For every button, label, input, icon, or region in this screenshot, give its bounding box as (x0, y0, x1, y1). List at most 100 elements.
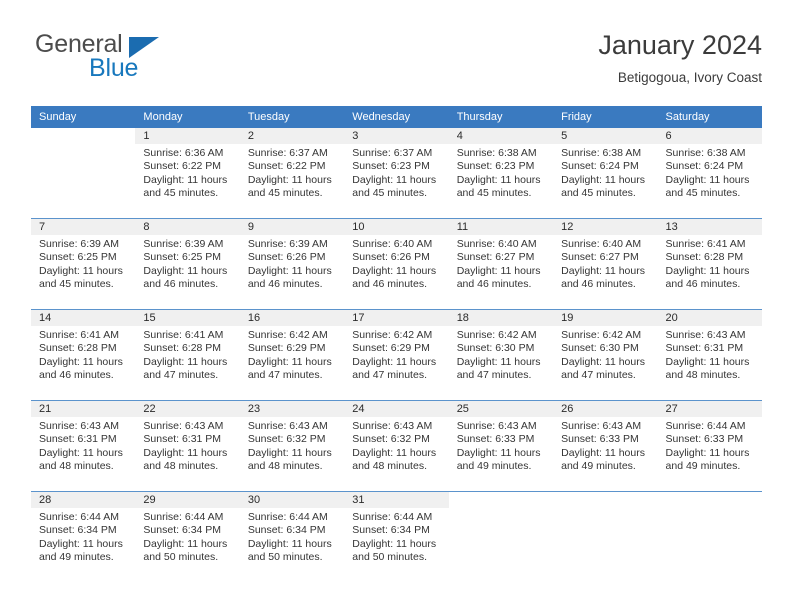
daylight-text-cont: and 48 minutes. (247, 459, 323, 472)
calendar-day-cell[interactable]: 18 Sunrise: 6:42 AM Sunset: 6:30 PM Dayligh… (448, 309, 554, 401)
day-cell-inner: 4 Sunrise: 6:38 AM Sunset: 6:23 PM Daylight… (448, 128, 554, 218)
day-number: 15 (135, 310, 240, 326)
daylight-text: Daylight: 11 hours (247, 264, 332, 277)
calendar-day-cell[interactable]: 25 Sunrise: 6:43 AM Sunset: 6:33 PM Dayligh… (448, 400, 554, 492)
sunset-text: Sunset: 6:31 PM (143, 433, 222, 446)
day-cell-inner (553, 492, 657, 582)
sunrise-text: Sunrise: 6:38 AM (561, 147, 642, 159)
calendar-body: 1 Sunrise: 6:36 AM Sunset: 6:22 PM Daylight… (31, 128, 762, 582)
day-number (658, 492, 762, 508)
day-number: 20 (657, 310, 762, 326)
daylight-text: Daylight: 11 hours (39, 446, 123, 459)
calendar-day-cell[interactable]: 13 Sunrise: 6:41 AM Sunset: 6:28 PM Dayligh… (657, 218, 762, 310)
day-details: Sunrise: 6:44 AM Sunset: 6:34 PM Daylight:… (240, 508, 344, 564)
calendar-week-row: 21 Sunrise: 6:43 AM Sunset: 6:31 PM Dayligh… (31, 400, 762, 492)
sunrise-text: Sunrise: 6:44 AM (352, 511, 433, 523)
calendar-day-cell[interactable]: 17 Sunrise: 6:42 AM Sunset: 6:29 PM Dayligh… (344, 309, 449, 401)
calendar-day-cell[interactable]: 30 Sunrise: 6:44 AM Sunset: 6:34 PM Dayligh… (239, 491, 345, 582)
day-number: 19 (553, 310, 658, 326)
calendar-day-cell[interactable]: 31 Sunrise: 6:44 AM Sunset: 6:34 PM Dayligh… (344, 491, 449, 582)
day-cell-inner: 25 Sunrise: 6:43 AM Sunset: 6:33 PM Dayligh… (448, 401, 554, 491)
day-cell-inner: 5 Sunrise: 6:38 AM Sunset: 6:24 PM Daylight… (553, 128, 658, 218)
calendar-day-cell[interactable]: 10 Sunrise: 6:40 AM Sunset: 6:26 PM Dayligh… (344, 218, 449, 310)
day-cell-inner: 31 Sunrise: 6:44 AM Sunset: 6:34 PM Dayligh… (344, 492, 449, 582)
day-details: Sunrise: 6:43 AM Sunset: 6:33 PM Daylight:… (449, 417, 553, 473)
calendar-day-cell[interactable]: 22 Sunrise: 6:43 AM Sunset: 6:31 PM Dayligh… (135, 400, 240, 492)
sunrise-text: Sunrise: 6:43 AM (665, 329, 746, 341)
sunset-text: Sunset: 6:29 PM (247, 342, 326, 355)
calendar-day-cell[interactable]: 2 Sunrise: 6:37 AM Sunset: 6:22 PM Daylight… (239, 128, 345, 219)
calendar-day-cell[interactable]: 11 Sunrise: 6:40 AM Sunset: 6:27 PM Dayligh… (448, 218, 554, 310)
calendar-day-cell[interactable]: 14 Sunrise: 6:41 AM Sunset: 6:28 PM Dayligh… (31, 309, 136, 401)
calendar-day-cell[interactable]: 7 Sunrise: 6:39 AM Sunset: 6:25 PM Daylight… (31, 218, 136, 310)
sunset-text: Sunset: 6:28 PM (665, 251, 744, 264)
calendar-day-cell[interactable]: 16 Sunrise: 6:42 AM Sunset: 6:29 PM Dayligh… (239, 309, 345, 401)
calendar-day-cell[interactable]: 24 Sunrise: 6:43 AM Sunset: 6:32 PM Dayligh… (344, 400, 449, 492)
calendar-day-cell[interactable]: 5 Sunrise: 6:38 AM Sunset: 6:24 PM Daylight… (553, 128, 658, 219)
day-number: 6 (657, 128, 762, 144)
calendar-day-cell[interactable]: 4 Sunrise: 6:38 AM Sunset: 6:23 PM Daylight… (448, 128, 554, 219)
calendar-day-cell[interactable]: 6 Sunrise: 6:38 AM Sunset: 6:24 PM Daylight… (657, 128, 762, 219)
calendar-day-cell[interactable]: 3 Sunrise: 6:37 AM Sunset: 6:23 PM Daylight… (344, 128, 449, 219)
sunset-text: Sunset: 6:23 PM (352, 160, 430, 173)
day-details (449, 508, 553, 511)
day-details: Sunrise: 6:38 AM Sunset: 6:23 PM Daylight:… (449, 144, 553, 200)
sunset-text: Sunset: 6:32 PM (352, 433, 430, 446)
sunset-text: Sunset: 6:24 PM (665, 160, 744, 173)
calendar-day-cell-empty (448, 491, 554, 582)
day-number (553, 492, 657, 508)
day-cell-inner: 12 Sunrise: 6:40 AM Sunset: 6:27 PM Dayligh… (553, 219, 658, 309)
sunrise-text: Sunrise: 6:40 AM (352, 238, 433, 250)
general-blue-logo[interactable]: General Blue (31, 28, 251, 90)
day-number: 30 (239, 492, 345, 508)
daylight-text: Daylight: 11 hours (665, 446, 750, 459)
calendar-week-row: 28 Sunrise: 6:44 AM Sunset: 6:34 PM Dayligh… (31, 491, 762, 582)
sunrise-text: Sunrise: 6:39 AM (143, 238, 224, 250)
calendar-day-cell[interactable]: 26 Sunrise: 6:43 AM Sunset: 6:33 PM Dayligh… (553, 400, 658, 492)
daylight-text-cont: and 49 minutes. (39, 550, 114, 563)
day-details (658, 508, 762, 511)
daylight-text: Daylight: 11 hours (665, 355, 750, 368)
day-number: 8 (135, 219, 240, 235)
calendar-day-cell[interactable]: 19 Sunrise: 6:42 AM Sunset: 6:30 PM Dayligh… (553, 309, 658, 401)
day-details: Sunrise: 6:44 AM Sunset: 6:34 PM Daylight:… (344, 508, 448, 564)
calendar-day-cell[interactable]: 1 Sunrise: 6:36 AM Sunset: 6:22 PM Daylight… (135, 128, 240, 219)
daylight-text: Daylight: 11 hours (352, 446, 437, 459)
day-cell-inner (658, 492, 762, 582)
masthead: General Blue January 2024 Betigogoua, Iv… (31, 28, 762, 94)
daylight-text: Daylight: 11 hours (39, 355, 123, 368)
daylight-text-cont: and 47 minutes. (247, 368, 323, 381)
day-details: Sunrise: 6:43 AM Sunset: 6:31 PM Daylight:… (658, 326, 762, 382)
calendar-day-cell[interactable]: 23 Sunrise: 6:43 AM Sunset: 6:32 PM Dayligh… (239, 400, 345, 492)
calendar-day-cell[interactable]: 12 Sunrise: 6:40 AM Sunset: 6:27 PM Dayligh… (553, 218, 658, 310)
calendar-day-cell[interactable]: 21 Sunrise: 6:43 AM Sunset: 6:31 PM Dayligh… (31, 400, 136, 492)
day-cell-inner: 26 Sunrise: 6:43 AM Sunset: 6:33 PM Dayligh… (553, 401, 658, 491)
day-cell-inner: 3 Sunrise: 6:37 AM Sunset: 6:23 PM Daylight… (344, 128, 449, 218)
daylight-text: Daylight: 11 hours (39, 264, 123, 277)
day-number: 2 (239, 128, 345, 144)
sunrise-text: Sunrise: 6:38 AM (456, 147, 537, 159)
calendar-day-cell[interactable]: 28 Sunrise: 6:44 AM Sunset: 6:34 PM Dayligh… (31, 491, 136, 582)
sunset-text: Sunset: 6:29 PM (352, 342, 430, 355)
daylight-text-cont: and 47 minutes. (456, 368, 532, 381)
calendar-day-cell[interactable]: 29 Sunrise: 6:44 AM Sunset: 6:34 PM Dayligh… (135, 491, 240, 582)
calendar-day-cell[interactable]: 9 Sunrise: 6:39 AM Sunset: 6:26 PM Daylight… (239, 218, 345, 310)
daylight-text: Daylight: 11 hours (352, 355, 437, 368)
day-cell-inner: 13 Sunrise: 6:41 AM Sunset: 6:28 PM Dayligh… (657, 219, 762, 309)
sunrise-text: Sunrise: 6:43 AM (352, 420, 433, 432)
calendar-day-cell[interactable]: 20 Sunrise: 6:43 AM Sunset: 6:31 PM Dayligh… (657, 309, 762, 401)
calendar-day-cell[interactable]: 27 Sunrise: 6:44 AM Sunset: 6:33 PM Dayligh… (657, 400, 762, 492)
day-details (31, 144, 135, 147)
sunset-text: Sunset: 6:27 PM (561, 251, 639, 264)
daylight-text-cont: and 45 minutes. (665, 186, 741, 199)
day-number: 4 (448, 128, 554, 144)
calendar-day-cell[interactable]: 15 Sunrise: 6:41 AM Sunset: 6:28 PM Dayligh… (135, 309, 240, 401)
day-number: 9 (239, 219, 345, 235)
calendar-day-cell[interactable]: 8 Sunrise: 6:39 AM Sunset: 6:25 PM Daylight… (135, 218, 240, 310)
daylight-text: Daylight: 11 hours (456, 173, 541, 186)
day-number: 23 (239, 401, 345, 417)
day-details: Sunrise: 6:41 AM Sunset: 6:28 PM Daylight:… (31, 326, 135, 382)
daylight-text-cont: and 50 minutes. (143, 550, 219, 563)
sunset-text: Sunset: 6:25 PM (143, 251, 222, 264)
page-title: January 2024 (598, 30, 762, 60)
